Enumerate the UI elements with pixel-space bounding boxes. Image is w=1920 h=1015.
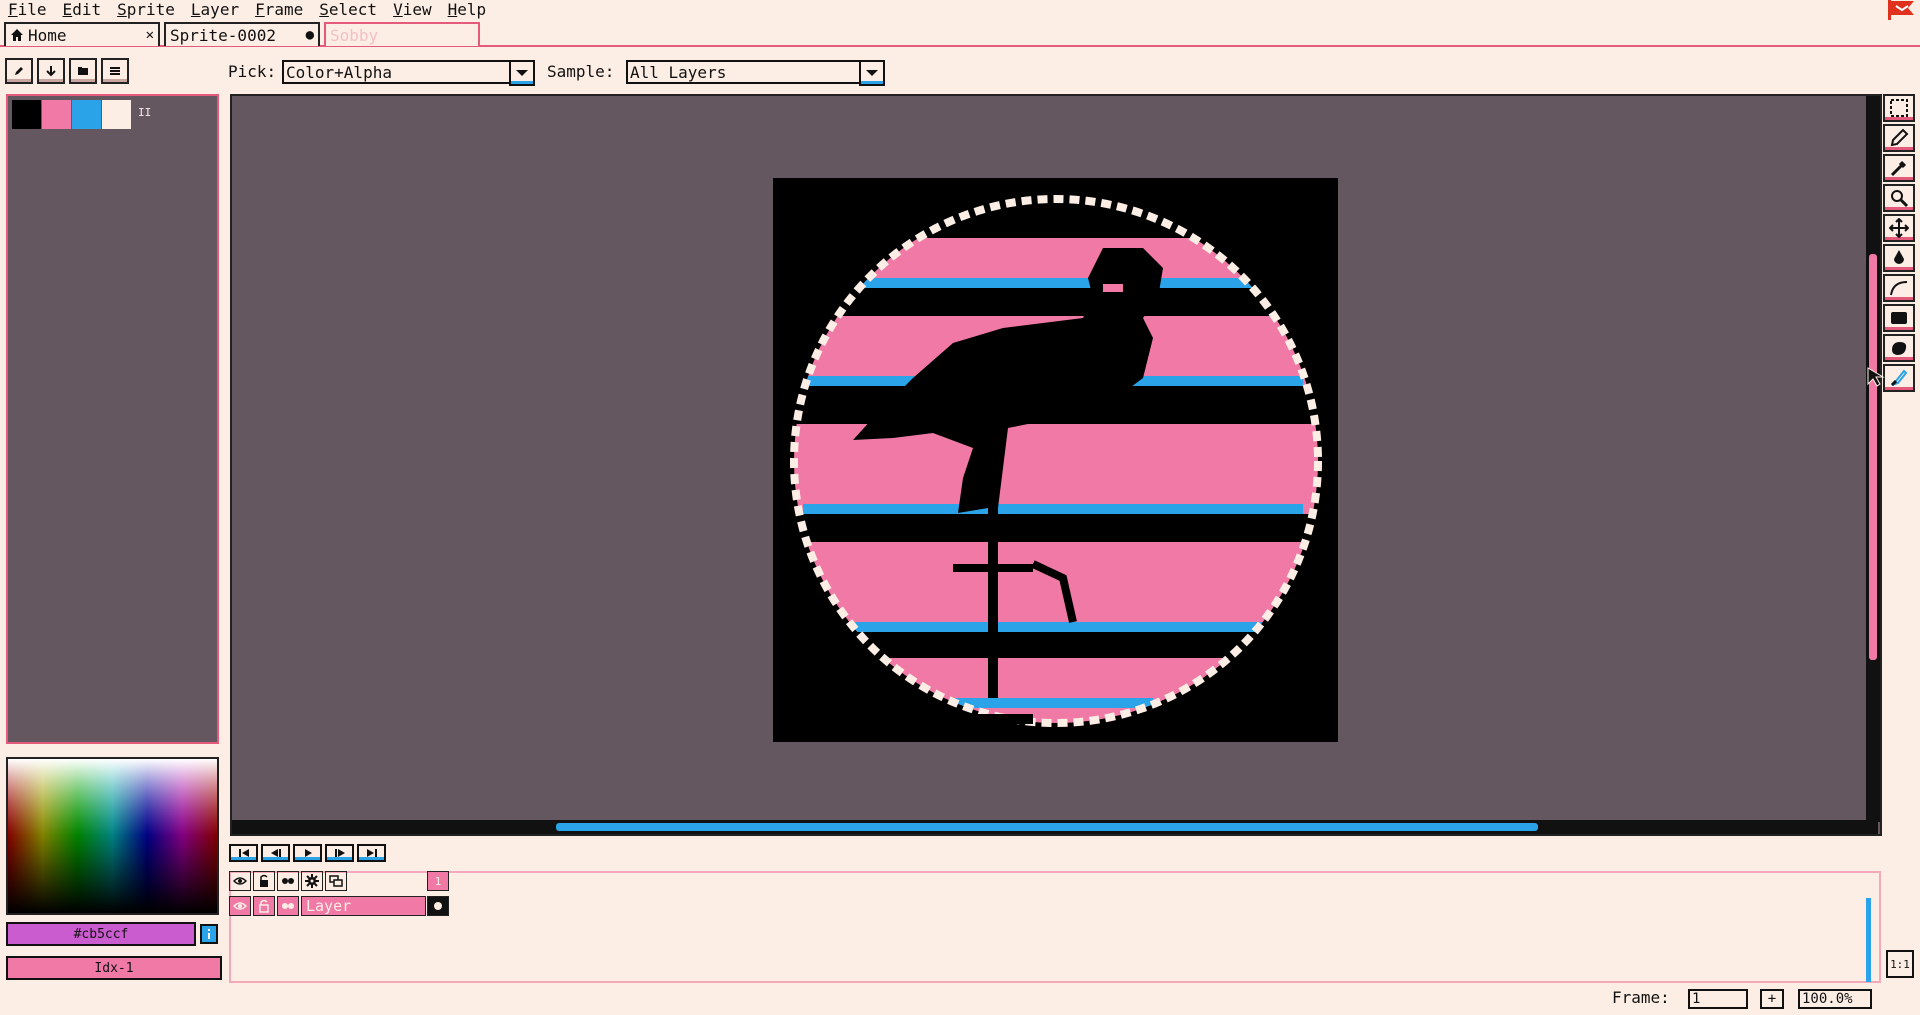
- vertical-scroll-thumb[interactable]: [1869, 254, 1877, 660]
- reset-zoom-button[interactable]: 1:1: [1886, 950, 1914, 978]
- previous-frame-icon: [270, 849, 281, 857]
- sample-select[interactable]: All Layers: [626, 60, 885, 86]
- frame-number-field[interactable]: 1: [1688, 989, 1748, 1009]
- zoom-field[interactable]: 100.0%: [1798, 989, 1872, 1009]
- aseprite-flag-icon: [1888, 0, 1914, 20]
- color-spectrum[interactable]: [6, 757, 219, 915]
- layer-continuous-icon[interactable]: [277, 896, 299, 916]
- rectangle-tool-button[interactable]: [1883, 304, 1915, 332]
- cel-keyframe[interactable]: [427, 896, 449, 916]
- presets-button[interactable]: [69, 58, 97, 84]
- menu-edit[interactable]: Edit: [55, 0, 110, 20]
- folder-icon: [78, 67, 88, 75]
- first-frame-icon: [238, 849, 249, 857]
- zoom-tool-button[interactable]: [1883, 184, 1915, 212]
- pencil-icon: [15, 67, 23, 75]
- layer-lock-icon[interactable]: [253, 896, 275, 916]
- sort-down-button[interactable]: [37, 58, 65, 84]
- close-icon[interactable]: ✕: [146, 27, 154, 43]
- palette-swatch-pink[interactable]: [42, 100, 71, 129]
- palette-panel: II: [6, 94, 219, 744]
- move-icon: [1889, 218, 1909, 238]
- curve-tool-button[interactable]: [1883, 274, 1915, 302]
- palette-resize-handle[interactable]: II: [138, 106, 151, 119]
- previous-frame-button[interactable]: [261, 844, 290, 862]
- curve-icon: [1890, 281, 1908, 296]
- chevron-down-icon[interactable]: [509, 60, 535, 86]
- modified-dot-icon[interactable]: ●: [306, 27, 314, 43]
- menu-file[interactable]: File: [0, 0, 55, 20]
- sprite-canvas[interactable]: [773, 178, 1338, 742]
- tab-home[interactable]: Home ✕: [4, 22, 160, 46]
- fill-tool-button[interactable]: [1883, 244, 1915, 272]
- magnifier-icon: [1891, 190, 1909, 208]
- filled-rectangle-icon: [1891, 312, 1907, 324]
- eyedropper-icon: [1890, 160, 1907, 177]
- settings-gear-icon[interactable]: [301, 871, 323, 891]
- menu-layer[interactable]: Layer: [183, 0, 247, 20]
- home-icon: [11, 29, 23, 41]
- pick-select[interactable]: Color+Alpha: [282, 60, 535, 86]
- tab-label: Sprite-0002: [170, 25, 276, 45]
- tab-label: Sobby: [330, 25, 379, 45]
- menu-sprite[interactable]: Sprite: [109, 0, 183, 20]
- brush-icon: [1890, 369, 1908, 387]
- menu-lines-icon: [110, 67, 120, 75]
- play-button[interactable]: [293, 844, 322, 862]
- menu-help[interactable]: Help: [440, 0, 495, 20]
- pencil-icon: [1890, 128, 1909, 147]
- frame-label: Frame:: [1612, 988, 1670, 1007]
- chevron-down-icon[interactable]: [859, 60, 885, 86]
- add-frame-button[interactable]: +: [1760, 989, 1784, 1009]
- color-mode-button[interactable]: [200, 924, 218, 944]
- move-tool-button[interactable]: [1883, 214, 1915, 242]
- menu-bar: File Edit Sprite Layer Frame Select View…: [0, 0, 1920, 20]
- tab-sprite-0002[interactable]: Sprite-0002 ●: [164, 22, 320, 46]
- timeline-panel[interactable]: [229, 871, 1881, 983]
- arrow-down-icon: [46, 66, 56, 77]
- timeline-vertical-scrollbar[interactable]: [1866, 898, 1871, 982]
- layer-visibility-icon[interactable]: [229, 896, 251, 916]
- hex-color-field[interactable]: #cb5ccf: [6, 922, 196, 946]
- pencil-mode-button[interactable]: [5, 58, 33, 84]
- next-frame-button[interactable]: [325, 844, 354, 862]
- contour-tool-button[interactable]: [1883, 334, 1915, 362]
- next-frame-icon: [334, 849, 345, 857]
- pick-value: Color+Alpha: [286, 62, 392, 82]
- palette-swatch-blue[interactable]: [72, 100, 101, 129]
- last-frame-button[interactable]: [357, 844, 386, 862]
- pencil-tool-button[interactable]: [1883, 124, 1915, 152]
- pick-label: Pick:: [228, 62, 277, 81]
- tab-label: Home: [28, 25, 67, 45]
- menu-frame[interactable]: Frame: [247, 0, 311, 20]
- marquee-tool-button[interactable]: [1883, 94, 1915, 122]
- color-index-field[interactable]: Idx-1: [6, 956, 222, 980]
- marquee-icon: [1890, 99, 1908, 117]
- info-icon: [208, 929, 210, 939]
- play-icon: [304, 849, 312, 857]
- tab-bar: Home ✕ Sprite-0002 ● Sobby: [0, 22, 1920, 47]
- palette-swatch-cream[interactable]: [102, 100, 131, 129]
- visibility-header-icon[interactable]: [229, 871, 251, 891]
- last-frame-icon: [366, 849, 377, 857]
- first-frame-button[interactable]: [229, 844, 258, 862]
- menu-view[interactable]: View: [385, 0, 440, 20]
- frame-header[interactable]: 1: [427, 871, 449, 891]
- menu-select[interactable]: Select: [311, 0, 385, 20]
- sample-label: Sample:: [547, 62, 615, 81]
- onion-skin-icon[interactable]: [277, 871, 299, 891]
- horizontal-scroll-thumb[interactable]: [556, 823, 1538, 831]
- sample-value: All Layers: [630, 62, 727, 82]
- lock-header-icon[interactable]: [253, 871, 275, 891]
- tab-active-sprite[interactable]: Sobby: [324, 22, 480, 46]
- palette-swatch-black[interactable]: [12, 100, 41, 129]
- paint-drop-icon: [1894, 250, 1904, 264]
- mouse-cursor-icon: [1867, 367, 1885, 387]
- layer-name[interactable]: Layer: [301, 896, 426, 916]
- link-cels-icon[interactable]: [325, 871, 347, 891]
- options-button[interactable]: [101, 58, 129, 84]
- eyedropper-tool-button[interactable]: [1883, 154, 1915, 182]
- blob-icon: [1892, 342, 1907, 355]
